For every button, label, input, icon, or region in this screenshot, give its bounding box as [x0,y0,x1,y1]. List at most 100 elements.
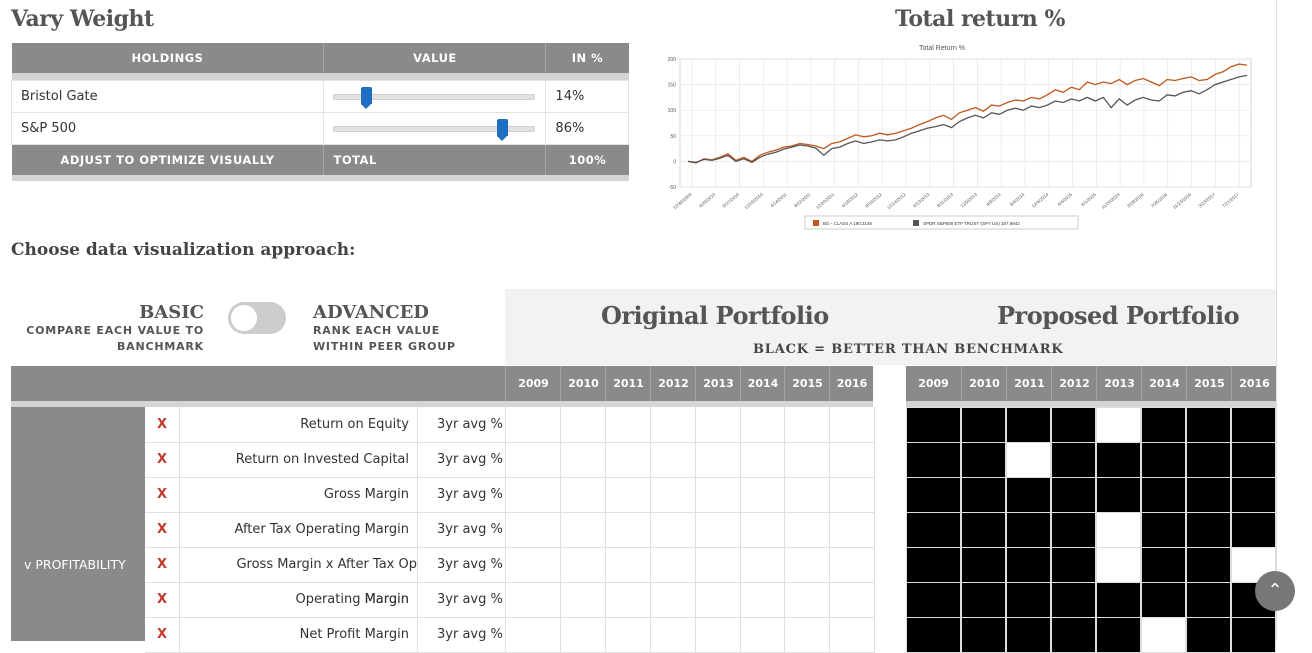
slider-thumb[interactable] [360,86,372,109]
metric-name: Gross Margin x After Tax Op Margin [180,547,418,607]
proposed-cell [1051,547,1096,583]
proposed-cell [1051,407,1096,443]
original-cell [505,407,561,443]
metric-period: 3yr avg % [437,557,503,572]
original-cell [740,442,785,478]
x-tick-label: 8/27/2010 [722,192,741,209]
proposed-cell [961,512,1006,548]
x-tick-label: 4/24/2011 [769,192,788,209]
remove-metric-button[interactable]: X [145,407,180,442]
proposed-cell [1141,547,1186,583]
total-return-chart: Total Return % -50 0 50 100 150 200 12/30/2009 4… [668,45,1252,230]
original-cell [560,407,606,443]
original-cell [605,407,651,443]
proposed-cell [1141,442,1186,478]
viz-mode-toggle[interactable] [228,302,286,334]
original-cell [695,442,741,478]
legend-swatch [913,220,919,226]
proposed-cell [1186,617,1231,653]
advanced-subtitle: RANK EACH VALUE WITHIN PEER GROUP [313,324,456,353]
year-header-original: 2013 [695,366,741,401]
holding-name: S&P 500 [10,112,325,145]
original-cell [605,477,651,513]
original-cell [560,477,606,513]
weight-slider-sp500[interactable] [333,118,536,141]
col-holdings: HOLDINGS [11,43,325,73]
original-cell [695,512,741,548]
remove-metric-button[interactable]: X [145,477,180,512]
holding-pct: 14% [545,80,629,113]
x-tick-label: 8/22/2011 [793,192,812,209]
year-header-original: 2010 [560,366,606,401]
metric-row: X Gross Margin x After Tax Op Margin 3yr a… [145,547,505,607]
original-cell [740,477,785,513]
metric-period: 3yr avg % [437,522,503,537]
metric-row: X Operating Margin 3yr avg % [145,582,505,618]
slider-thumb[interactable] [497,118,508,141]
x-tick-label: 4/29/2010 [698,192,717,209]
proposed-cell [1096,477,1141,513]
original-cell [505,617,561,653]
col-pct: IN % [545,43,629,73]
proposed-cell [1141,512,1186,548]
proposed-cell [906,582,961,618]
total-label: TOTAL [323,144,547,175]
vary-weight-title: Vary Weight [11,6,154,32]
remove-metric-button[interactable]: X [145,442,180,477]
proposed-portfolio-title: Proposed Portfolio [997,301,1240,330]
proposed-cell [906,442,961,478]
original-cell [505,442,561,478]
remove-metric-button[interactable]: X [145,582,180,617]
original-cell [605,512,651,548]
metric-name: After Tax Operating Margin [180,512,418,547]
original-cell [829,582,875,618]
x-tick-label: 4/8/2014 [985,192,1002,207]
proposed-cell [1051,617,1096,653]
metric-name: Net Profit Margin [180,617,418,652]
proposed-cell [1051,582,1096,618]
proposed-cell [1231,512,1276,548]
original-cell [505,512,561,548]
proposed-cell [1096,617,1141,653]
original-cell [740,582,785,618]
metric-name: Gross Margin [180,477,418,512]
original-cell [829,547,875,583]
proposed-cell [1006,582,1051,618]
year-header-proposed: 2016 [1231,366,1277,401]
original-cell [650,582,696,618]
chevron-up-icon[interactable]: ⌃ [1255,571,1295,611]
group-profitability[interactable]: v PROFITABILITY [11,407,145,641]
metric-row: X Net Profit Margin 3yr avg % [145,617,505,653]
plot-area [679,58,1252,188]
original-cell [605,617,651,653]
x-tick-label: 4/4/2015 [1057,192,1074,207]
proposed-cell [1006,547,1051,583]
metric-period: 3yr avg % [437,417,503,432]
weight-slider-bristol[interactable] [333,86,536,109]
y-tick-label: 200 [668,57,677,63]
original-cell [740,512,785,548]
legend-label: SPDR S&P500 ETF TRUST (SPY US) 167.9842 [923,221,1020,226]
proposed-cell [1096,512,1141,548]
x-tick-label: 7/26/2016 [1150,192,1169,209]
metric-row: X Return on Invested Capital 3yr avg % [145,442,505,478]
advanced-option: ADVANCED RANK EACH VALUE WITHIN PEER GRO… [313,302,473,355]
proposed-cell [1186,477,1231,513]
proposed-cell [1006,407,1051,443]
proposed-cell [1051,477,1096,513]
year-header-original: 2014 [740,366,785,401]
remove-metric-button[interactable]: X [145,617,180,652]
remove-metric-button[interactable]: X [145,512,180,547]
proposed-cell [1096,547,1141,583]
proposed-cell [906,617,961,653]
original-cell [829,477,875,513]
x-tick-label: 3/23/2017 [1197,192,1216,209]
original-cell [740,617,785,653]
remove-metric-button[interactable]: X [145,547,180,582]
original-cell [740,547,785,583]
x-tick-label: 3/28/2016 [1126,192,1145,209]
proposed-cell [961,407,1006,443]
original-portfolio-title: Original Portfolio [601,301,829,330]
original-cell [829,512,875,548]
metric-period: 3yr avg % [437,487,503,502]
